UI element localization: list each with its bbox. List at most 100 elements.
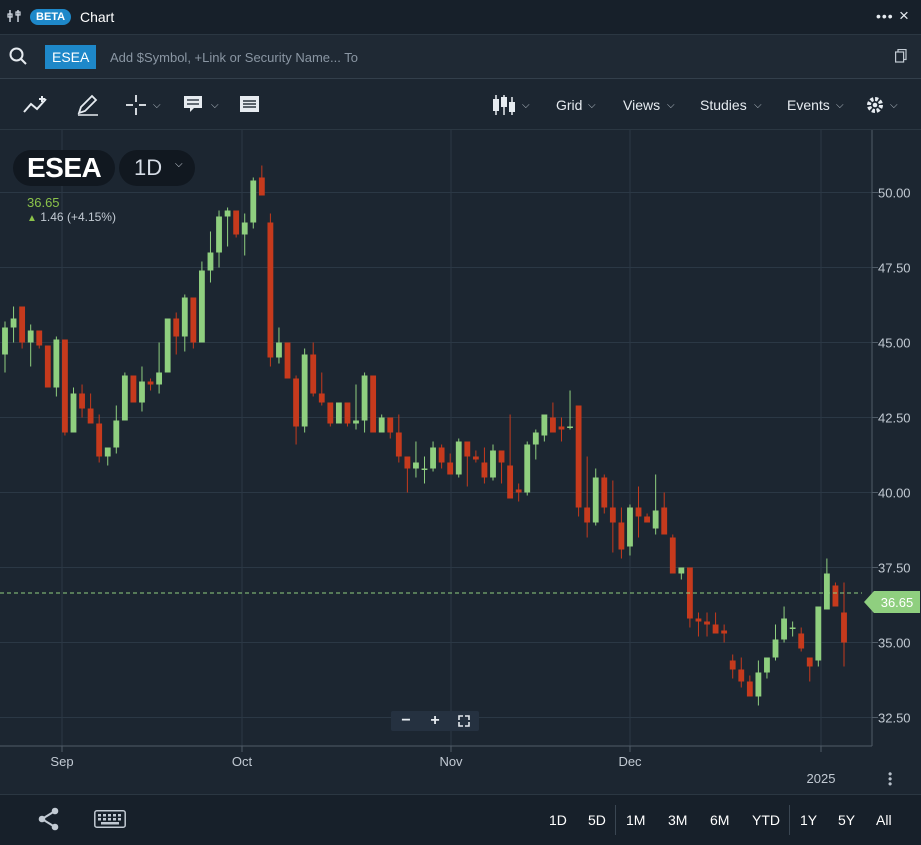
candle-body — [541, 414, 548, 436]
gear-icon[interactable] — [866, 93, 886, 117]
range-1m[interactable]: 1M — [626, 812, 645, 828]
zoom-out-button[interactable]: − — [393, 711, 419, 731]
candle-body — [627, 507, 633, 547]
chevron-down-icon[interactable]: ⌵ — [588, 100, 596, 111]
candle-body — [113, 420, 120, 448]
trendline-icon[interactable] — [22, 93, 50, 117]
candle-body — [823, 573, 830, 610]
symbol-chip[interactable]: ESEA — [45, 45, 97, 69]
range-6m[interactable]: 6M — [710, 812, 729, 828]
views-menu[interactable]: Views — [623, 97, 660, 113]
more-horizontal-icon[interactable]: ••• — [876, 8, 894, 24]
candle-body — [678, 567, 685, 574]
candle-body — [841, 612, 847, 643]
range-1d[interactable]: 1D — [549, 812, 567, 828]
chevron-down-icon[interactable]: ⌵ — [667, 100, 675, 111]
window-titlebar: BETA Chart ••• × — [0, 0, 921, 35]
candle-body — [387, 417, 394, 433]
candle-body — [515, 489, 522, 493]
candle-body — [532, 432, 539, 445]
y-tick-label: 42.50 — [878, 411, 911, 426]
chevron-down-icon[interactable]: ⌵ — [754, 100, 762, 111]
chevron-down-icon[interactable]: ⌵ — [211, 100, 219, 111]
candle-body — [729, 660, 736, 670]
price-change-value: 1.46 (+4.15%) — [40, 210, 116, 224]
price-chart[interactable]: 50.00 47.50 45.00 42.50 40.00 37.50 35.00 32.50… — [0, 130, 921, 794]
candle-body — [79, 393, 85, 409]
crosshair-icon[interactable] — [124, 93, 148, 117]
events-menu[interactable]: Events — [787, 97, 830, 113]
beta-badge: BETA — [30, 9, 72, 25]
range-3m[interactable]: 3M — [668, 812, 687, 828]
keyboard-icon[interactable] — [94, 810, 126, 828]
candle-body — [233, 210, 240, 235]
candle-body — [190, 297, 197, 343]
range-ytd[interactable]: YTD — [752, 812, 780, 828]
candle-body — [644, 516, 651, 523]
candle-body — [378, 417, 385, 433]
chart-toolbar: ⌵ ⌵ ⌵ Grid ⌵ Views ⌵ Studies ⌵ Events ⌵ … — [0, 79, 921, 130]
candle-body — [258, 177, 265, 196]
grid-menu[interactable]: Grid — [556, 97, 582, 113]
legend-symbol[interactable]: ESEA — [13, 150, 116, 186]
candle-body — [395, 432, 402, 457]
arrow-up-icon: ▲ — [27, 213, 37, 224]
candle-body — [250, 180, 257, 223]
share-icon[interactable] — [37, 807, 61, 831]
pencil-icon[interactable] — [76, 93, 100, 117]
range-divider — [615, 805, 616, 835]
candle-body — [652, 510, 659, 529]
interval-selector[interactable]: 1D ⌵ — [119, 150, 195, 186]
candle-body — [36, 330, 43, 346]
y-tick-label: 47.50 — [878, 261, 911, 276]
y-tick-label: 50.00 — [878, 186, 911, 201]
candlestick-type-icon[interactable] — [491, 93, 517, 117]
candle-body — [370, 375, 377, 433]
zoom-controls: − + — [391, 711, 479, 731]
more-vertical-icon[interactable]: • • • — [888, 768, 892, 790]
candle-body — [798, 633, 805, 649]
range-5y[interactable]: 5Y — [838, 812, 855, 828]
range-all[interactable]: All — [876, 812, 892, 828]
candle-body — [738, 669, 745, 682]
candle-body — [618, 522, 625, 550]
zoom-in-button[interactable]: + — [422, 711, 448, 731]
chart-settings-icon[interactable] — [7, 9, 21, 23]
symbol-search-bar: ESEA — [0, 35, 921, 79]
copy-icon[interactable] — [895, 49, 907, 63]
range-5d[interactable]: 5D — [588, 812, 606, 828]
chevron-down-icon[interactable]: ⌵ — [890, 100, 898, 111]
x-tick-label: Dec — [618, 754, 642, 769]
x-tick-label: Oct — [232, 754, 253, 769]
chevron-down-icon[interactable]: ⌵ — [153, 100, 161, 111]
candle-body — [96, 423, 103, 457]
last-price-tag: 36.65 — [864, 591, 920, 613]
range-1y[interactable]: 1Y — [800, 812, 817, 828]
candle-body — [755, 672, 762, 697]
close-icon[interactable]: × — [899, 6, 909, 26]
chevron-down-icon[interactable]: ⌵ — [836, 100, 844, 111]
fullscreen-icon[interactable] — [451, 711, 477, 731]
candle-body — [592, 477, 599, 523]
news-icon[interactable] — [239, 93, 261, 117]
candle-body — [789, 627, 796, 629]
symbol-search-input[interactable] — [108, 45, 872, 69]
candle-body — [224, 210, 231, 217]
annotation-icon[interactable] — [182, 93, 206, 117]
candle-body — [584, 507, 591, 523]
candle-body — [567, 426, 573, 428]
candle-body — [746, 681, 753, 697]
candle-body — [832, 585, 839, 607]
candle-body — [472, 456, 479, 460]
chevron-down-icon: ⌵ — [175, 159, 183, 170]
candle-body — [121, 375, 128, 421]
y-tick-label: 45.00 — [878, 336, 911, 351]
candle-body — [353, 420, 359, 424]
chevron-down-icon[interactable]: ⌵ — [522, 100, 530, 111]
candle-body — [661, 507, 668, 535]
studies-menu[interactable]: Studies — [700, 97, 747, 113]
search-icon[interactable] — [9, 47, 27, 65]
candle-body — [609, 507, 616, 523]
candle-body — [490, 450, 496, 478]
candle-body — [301, 354, 308, 427]
